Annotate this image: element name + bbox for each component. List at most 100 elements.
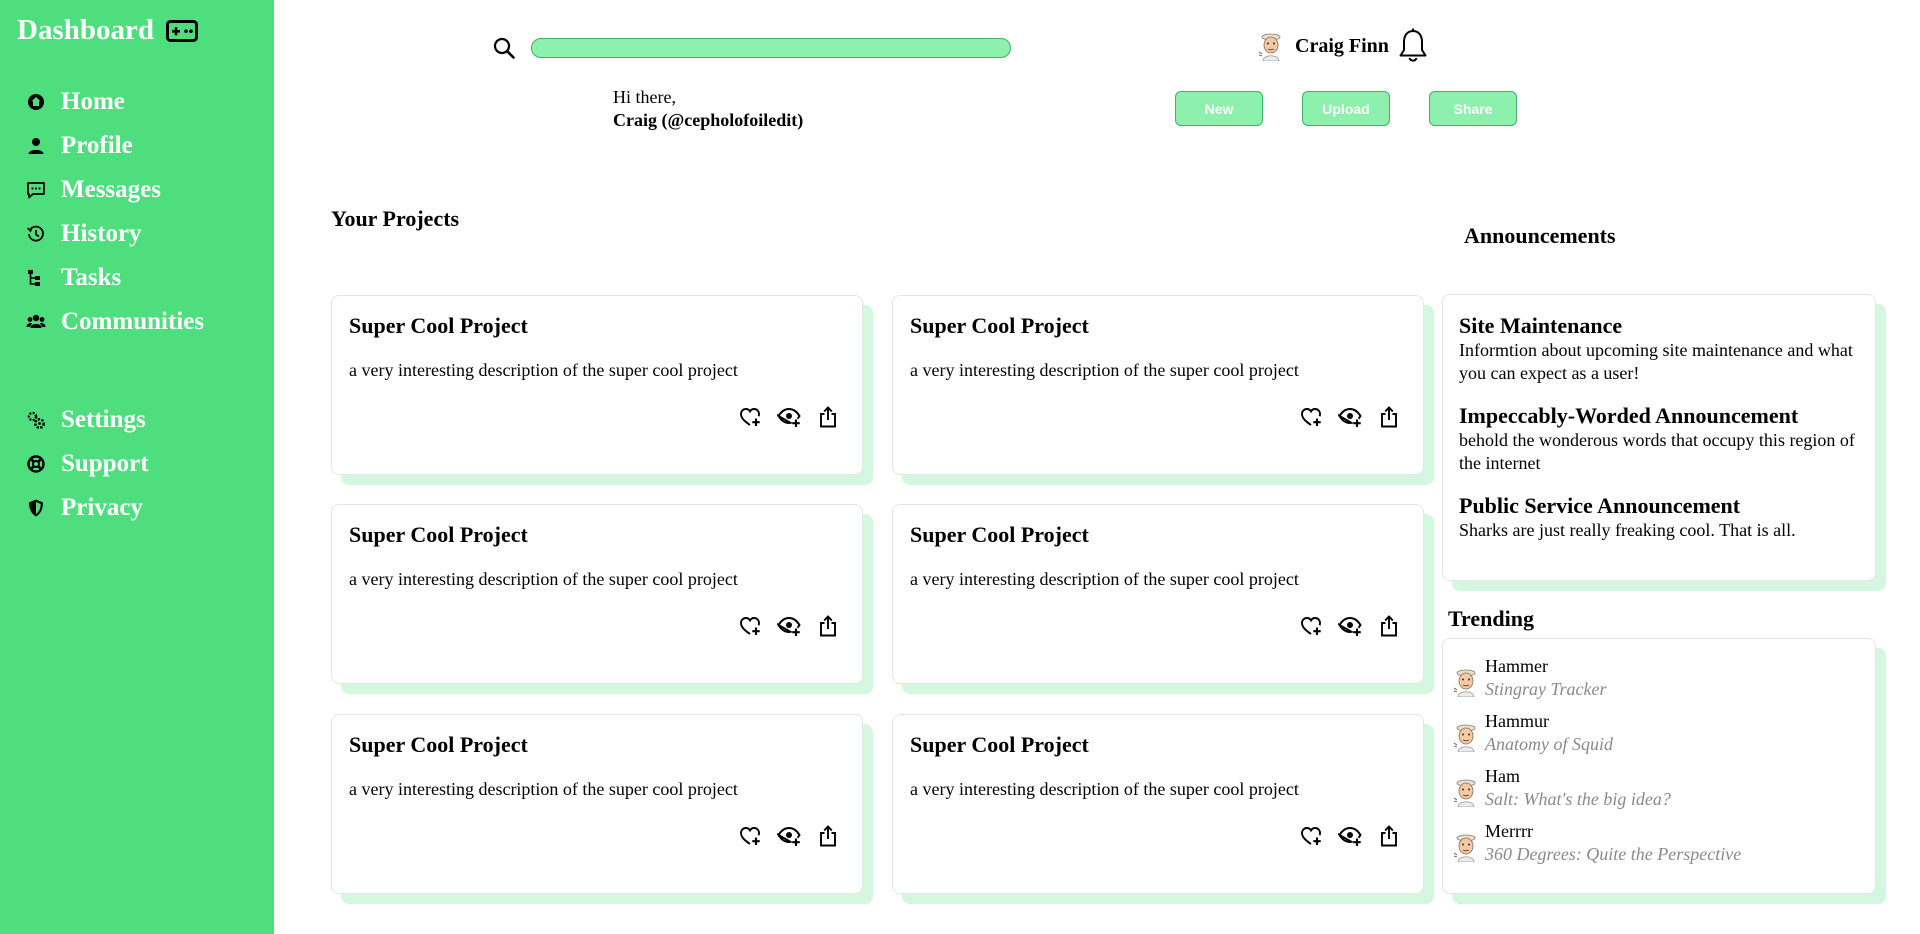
user-menu[interactable]: Craig Finn [1256, 28, 1429, 64]
announcement-title: Impeccably-Worded Announcement [1459, 403, 1799, 428]
lifebuoy-icon [27, 455, 45, 473]
eye-plus-icon [777, 617, 801, 636]
announcement-title: Site Maintenance [1459, 313, 1623, 338]
eye-plus-icon [1338, 617, 1362, 636]
project-title: Super Cool Project [910, 732, 1089, 757]
nav-item-support[interactable]: Support [24, 442, 269, 486]
watch-button[interactable] [1338, 614, 1362, 638]
project-description: a very interesting description of the su… [910, 569, 1299, 589]
project-description: a very interesting description of the su… [349, 569, 738, 589]
share-button[interactable]: Share [1429, 91, 1517, 126]
brand-title: Dashboard [17, 14, 154, 46]
project-card[interactable]: Super Cool Project a very interesting de… [331, 504, 863, 684]
gears-icon [27, 411, 45, 429]
nav-label: Communities [61, 308, 205, 335]
like-button[interactable] [738, 614, 762, 638]
trending-user: Hammur [1485, 711, 1549, 731]
trending-panel: Hammer Stingray Tracker Hammur Anatomy o… [1442, 638, 1876, 894]
share-icon [820, 615, 836, 637]
trending-project: Anatomy of Squid [1485, 734, 1613, 754]
chat-icon [27, 182, 45, 199]
heart-plus-icon [1301, 408, 1321, 426]
share-project-button[interactable] [816, 614, 840, 638]
bell-icon[interactable] [1397, 28, 1429, 64]
search-icon[interactable] [492, 36, 516, 60]
like-button[interactable] [1299, 405, 1323, 429]
eye-plus-icon [1338, 408, 1362, 427]
announcement[interactable]: Public Service Announcement Sharks are j… [1459, 493, 1859, 542]
trending-item[interactable]: Ham Salt: What's the big idea? [1451, 765, 1671, 811]
nav-item-settings[interactable]: Settings [24, 398, 269, 442]
heart-plus-icon [740, 617, 760, 635]
nav-item-tasks[interactable]: Tasks [24, 256, 269, 300]
project-description: a very interesting description of the su… [349, 360, 738, 380]
greeting: Hi there, Craig (@cepholofoiledit) [613, 86, 803, 132]
trending-item[interactable]: Hammur Anatomy of Squid [1451, 710, 1613, 756]
project-card[interactable]: Super Cool Project a very interesting de… [331, 295, 863, 475]
heart-plus-icon [1301, 827, 1321, 845]
watch-button[interactable] [777, 614, 801, 638]
nav-item-history[interactable]: History [24, 212, 269, 256]
nav-label: Profile [61, 132, 133, 159]
eye-plus-icon [777, 408, 801, 427]
trending-user: Hammer [1485, 656, 1548, 676]
new-button[interactable]: New [1175, 91, 1263, 126]
trending-user: Ham [1485, 766, 1520, 786]
share-icon [1381, 825, 1397, 847]
nav-item-profile[interactable]: Profile [24, 124, 269, 168]
share-project-button[interactable] [1377, 614, 1401, 638]
watch-button[interactable] [1338, 405, 1362, 429]
share-icon [1381, 615, 1397, 637]
trending-item[interactable]: Hammer Stingray Tracker [1451, 655, 1607, 701]
history-icon [26, 225, 44, 242]
avatar[interactable] [1256, 31, 1286, 61]
heart-plus-icon [740, 408, 760, 426]
project-title: Super Cool Project [349, 313, 528, 338]
project-card[interactable]: Super Cool Project a very interesting de… [892, 295, 1424, 475]
like-button[interactable] [738, 405, 762, 429]
watch-button[interactable] [777, 824, 801, 848]
nav-item-privacy[interactable]: Privacy [24, 486, 269, 530]
upload-button[interactable]: Upload [1302, 91, 1390, 126]
project-actions [738, 614, 855, 638]
sidebar: Dashboard Home Profile Messages History [0, 0, 274, 934]
announcement[interactable]: Site Maintenance Informtion about upcomi… [1459, 313, 1859, 385]
project-actions [738, 824, 855, 848]
avatar [1453, 779, 1476, 807]
communities-icon [26, 314, 46, 328]
like-button[interactable] [738, 824, 762, 848]
user-name: Craig Finn [1295, 34, 1389, 57]
share-project-button[interactable] [1377, 824, 1401, 848]
gamepad-icon [166, 19, 198, 42]
nav-item-communities[interactable]: Communities [24, 300, 269, 344]
trending-item[interactable]: Merrrr 360 Degrees: Quite the Perspectiv… [1451, 820, 1741, 866]
project-card[interactable]: Super Cool Project a very interesting de… [892, 714, 1424, 894]
share-icon [820, 406, 836, 428]
nav-label: Settings [61, 406, 146, 433]
announcement-title: Public Service Announcement [1459, 493, 1741, 518]
brand[interactable]: Dashboard [17, 14, 198, 47]
project-actions [1299, 824, 1416, 848]
announcement[interactable]: Impeccably-Worded Announcement behold th… [1459, 403, 1859, 475]
announcement-body: behold the wonderous words that occupy t… [1459, 430, 1855, 473]
watch-button[interactable] [777, 405, 801, 429]
project-title: Super Cool Project [349, 522, 528, 547]
search-input[interactable] [531, 38, 1011, 58]
share-project-button[interactable] [816, 405, 840, 429]
avatar [1453, 834, 1476, 862]
project-title: Super Cool Project [349, 732, 528, 757]
project-card[interactable]: Super Cool Project a very interesting de… [331, 714, 863, 894]
like-button[interactable] [1299, 614, 1323, 638]
share-project-button[interactable] [816, 824, 840, 848]
share-project-button[interactable] [1377, 405, 1401, 429]
project-card[interactable]: Super Cool Project a very interesting de… [892, 504, 1424, 684]
trending-heading: Trending [1448, 606, 1534, 631]
watch-button[interactable] [1338, 824, 1362, 848]
nav-item-messages[interactable]: Messages [24, 168, 269, 212]
share-icon [820, 825, 836, 847]
like-button[interactable] [1299, 824, 1323, 848]
nav-item-home[interactable]: Home [24, 80, 269, 124]
user-handle: Craig (@cepholofoiledit) [613, 110, 804, 130]
project-description: a very interesting description of the su… [910, 779, 1299, 799]
avatar [1453, 669, 1476, 697]
